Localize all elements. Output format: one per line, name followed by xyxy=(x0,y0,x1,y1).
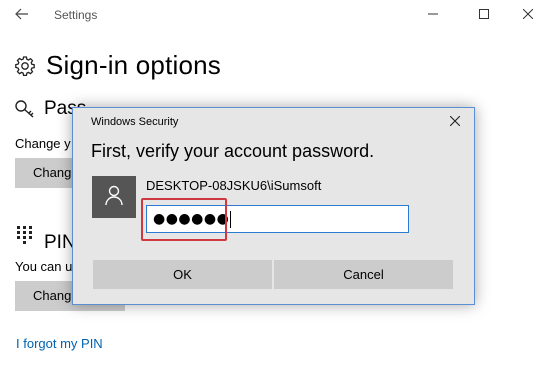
ok-button[interactable]: OK xyxy=(93,260,272,289)
title-bar: Settings xyxy=(0,0,546,32)
windows-security-dialog: Windows Security First, verify your acco… xyxy=(72,107,475,305)
pin-description: You can u xyxy=(15,259,73,274)
maximize-button[interactable] xyxy=(461,2,507,28)
close-icon xyxy=(449,113,461,131)
password-change-label: Chang xyxy=(33,165,72,180)
gear-icon xyxy=(14,55,36,77)
account-name: DESKTOP-08JSKU6\iSumsoft xyxy=(146,178,322,193)
password-description: Change y xyxy=(15,136,71,151)
page-title: Sign-in options xyxy=(46,50,221,80)
ok-button-label: OK xyxy=(173,267,192,282)
highlight-box xyxy=(141,198,227,241)
text-caret xyxy=(230,210,232,228)
back-button[interactable] xyxy=(8,4,36,28)
close-button[interactable] xyxy=(505,2,546,28)
pin-change-label: Chang xyxy=(33,288,72,303)
minimize-button[interactable] xyxy=(410,2,456,28)
pin-section-title: PIN xyxy=(44,232,76,253)
page-heading: Sign-in options xyxy=(14,50,221,81)
cancel-button[interactable]: Cancel xyxy=(274,260,453,289)
dialog-heading: First, verify your account password. xyxy=(91,141,375,161)
maximize-icon xyxy=(479,6,489,24)
arrow-left-icon xyxy=(15,7,29,25)
forgot-pin-link[interactable]: I forgot my PIN xyxy=(16,336,103,351)
avatar xyxy=(92,176,136,218)
key-icon xyxy=(14,99,38,124)
dialog-title: Windows Security xyxy=(91,116,179,128)
cancel-button-label: Cancel xyxy=(343,267,384,282)
user-icon xyxy=(103,184,125,211)
minimize-icon xyxy=(428,6,438,24)
close-icon xyxy=(522,6,534,24)
app-title: Settings xyxy=(54,8,98,22)
keypad-icon xyxy=(17,226,33,249)
dialog-close-button[interactable] xyxy=(447,114,463,130)
